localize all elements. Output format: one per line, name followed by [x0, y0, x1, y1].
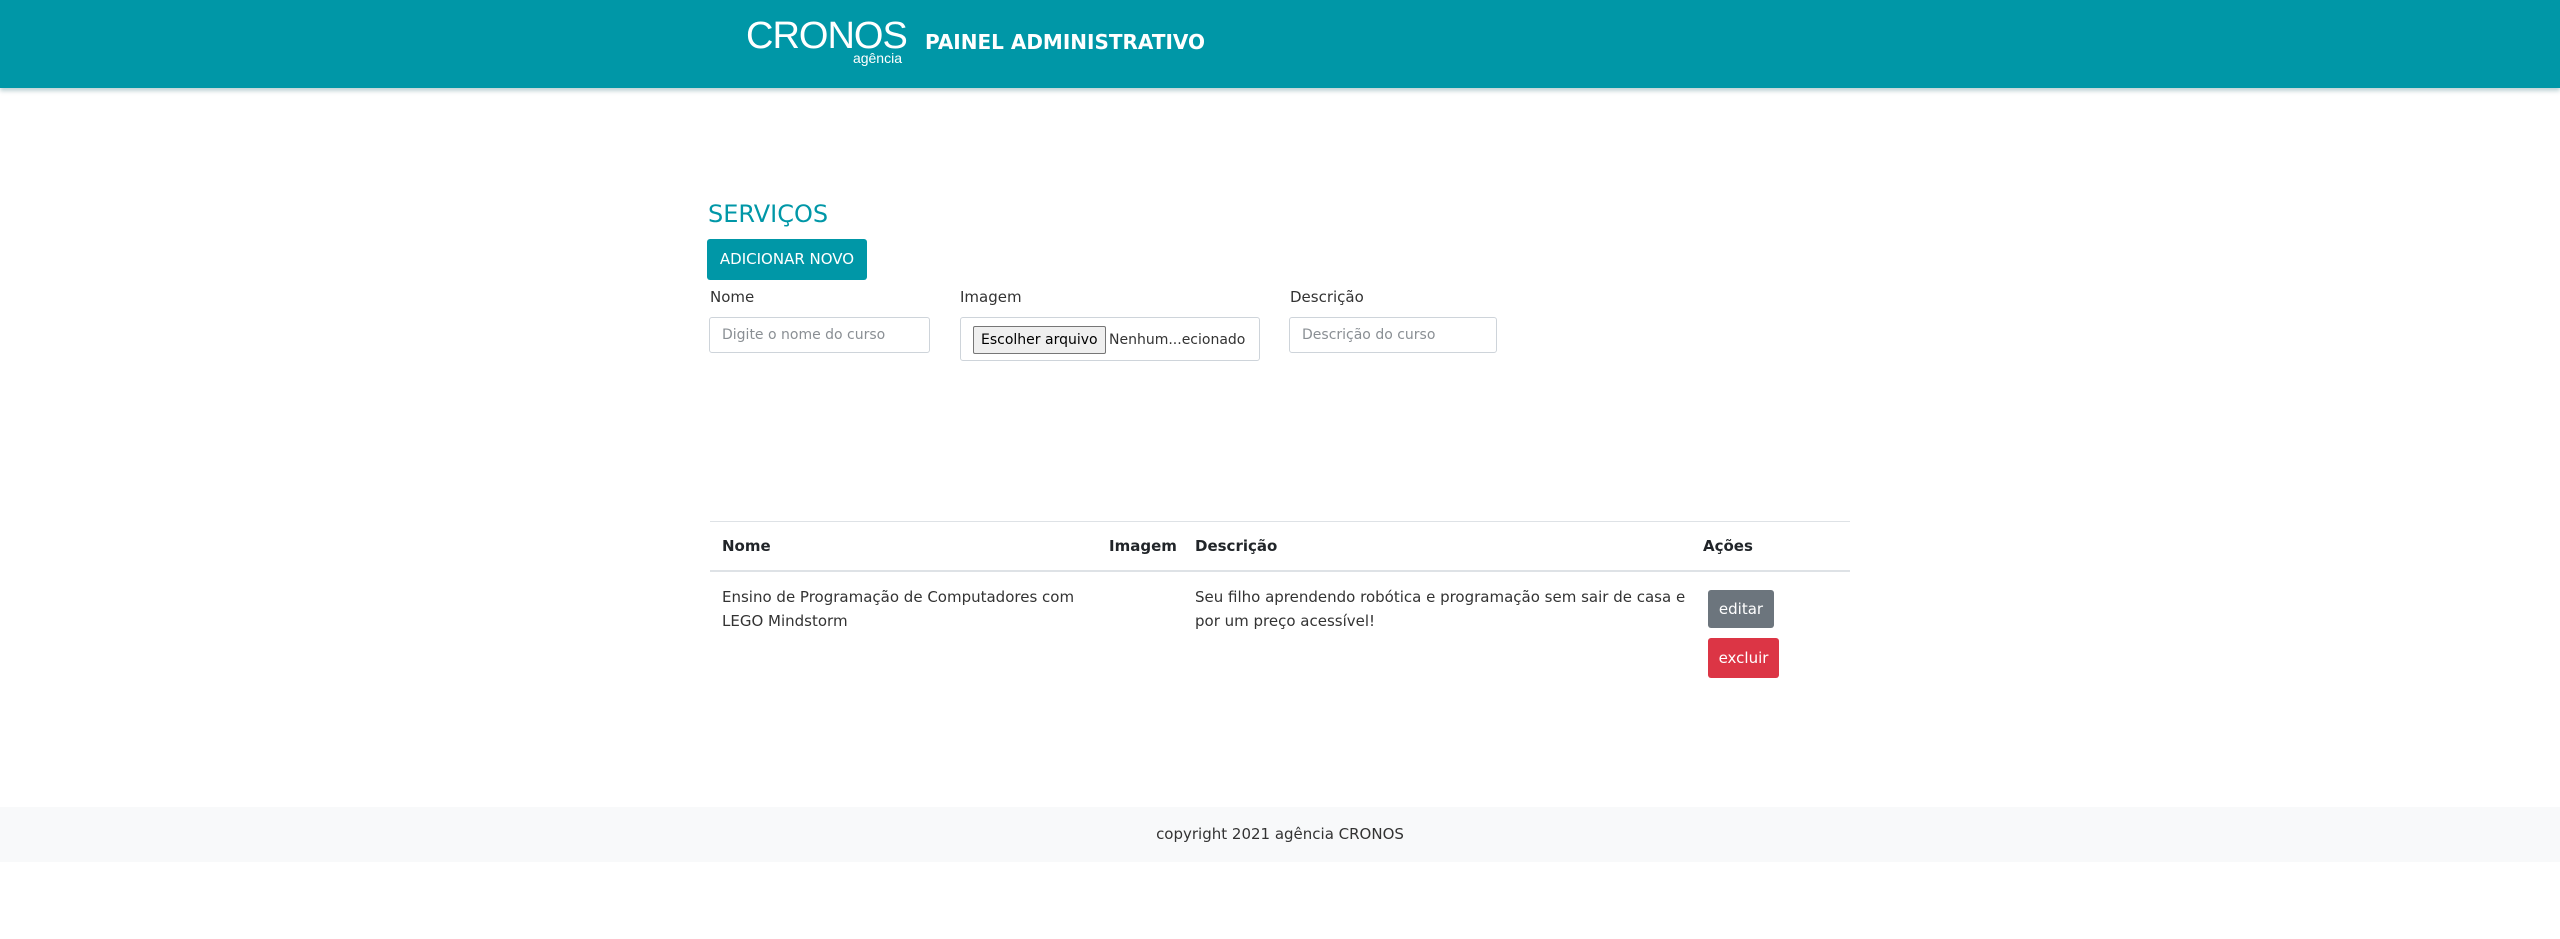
delete-button[interactable]: excluir — [1708, 638, 1779, 678]
logo-tagline: agência — [852, 50, 902, 66]
name-input[interactable] — [709, 317, 930, 353]
row-nome-line: Ensino de Programação de Computadores co… — [722, 588, 1075, 606]
choose-file-button[interactable]: Escolher arquivo — [973, 326, 1106, 354]
file-status-text: Nenhum...ecionado — [1109, 332, 1246, 348]
copyright-text: copyright 2021 agência CRONOS — [1156, 825, 1404, 843]
column-header-acoes: Ações — [1703, 537, 1753, 555]
add-new-button[interactable]: ADICIONAR NOVO — [707, 239, 867, 280]
table-top-border — [710, 521, 1850, 522]
header-title: PAINEL ADMINISTRATIVO — [925, 30, 1206, 54]
cronos-logo[interactable]: CRONOS agência — [746, 14, 908, 70]
row-descricao-cell: Seu filho aprendendo robótica e programa… — [1195, 585, 1685, 633]
row-nome-cell: Ensino de Programação de Computadores co… — [722, 585, 1074, 633]
image-label: Imagem — [960, 288, 1022, 306]
page-title: SERVIÇOS — [708, 200, 829, 228]
column-header-descricao: Descrição — [1195, 537, 1278, 555]
column-header-imagem: Imagem — [1109, 537, 1177, 555]
table-header-border — [710, 570, 1850, 572]
column-header-nome: Nome — [722, 537, 771, 555]
footer: copyright 2021 agência CRONOS — [0, 807, 2560, 862]
edit-button[interactable]: editar — [1708, 590, 1774, 628]
name-label: Nome — [710, 288, 755, 306]
row-descricao-line: por um preço acessível! — [1195, 612, 1376, 630]
row-descricao-line: Seu filho aprendendo robótica e programa… — [1195, 588, 1686, 606]
row-nome-line: LEGO Mindstorm — [722, 612, 848, 630]
description-input[interactable] — [1289, 317, 1497, 353]
top-header: CRONOS agência PAINEL ADMINISTRATIVO — [0, 0, 2560, 88]
image-file-input[interactable]: Escolher arquivo Nenhum...ecionado — [960, 317, 1260, 361]
description-label: Descrição — [1290, 288, 1364, 306]
